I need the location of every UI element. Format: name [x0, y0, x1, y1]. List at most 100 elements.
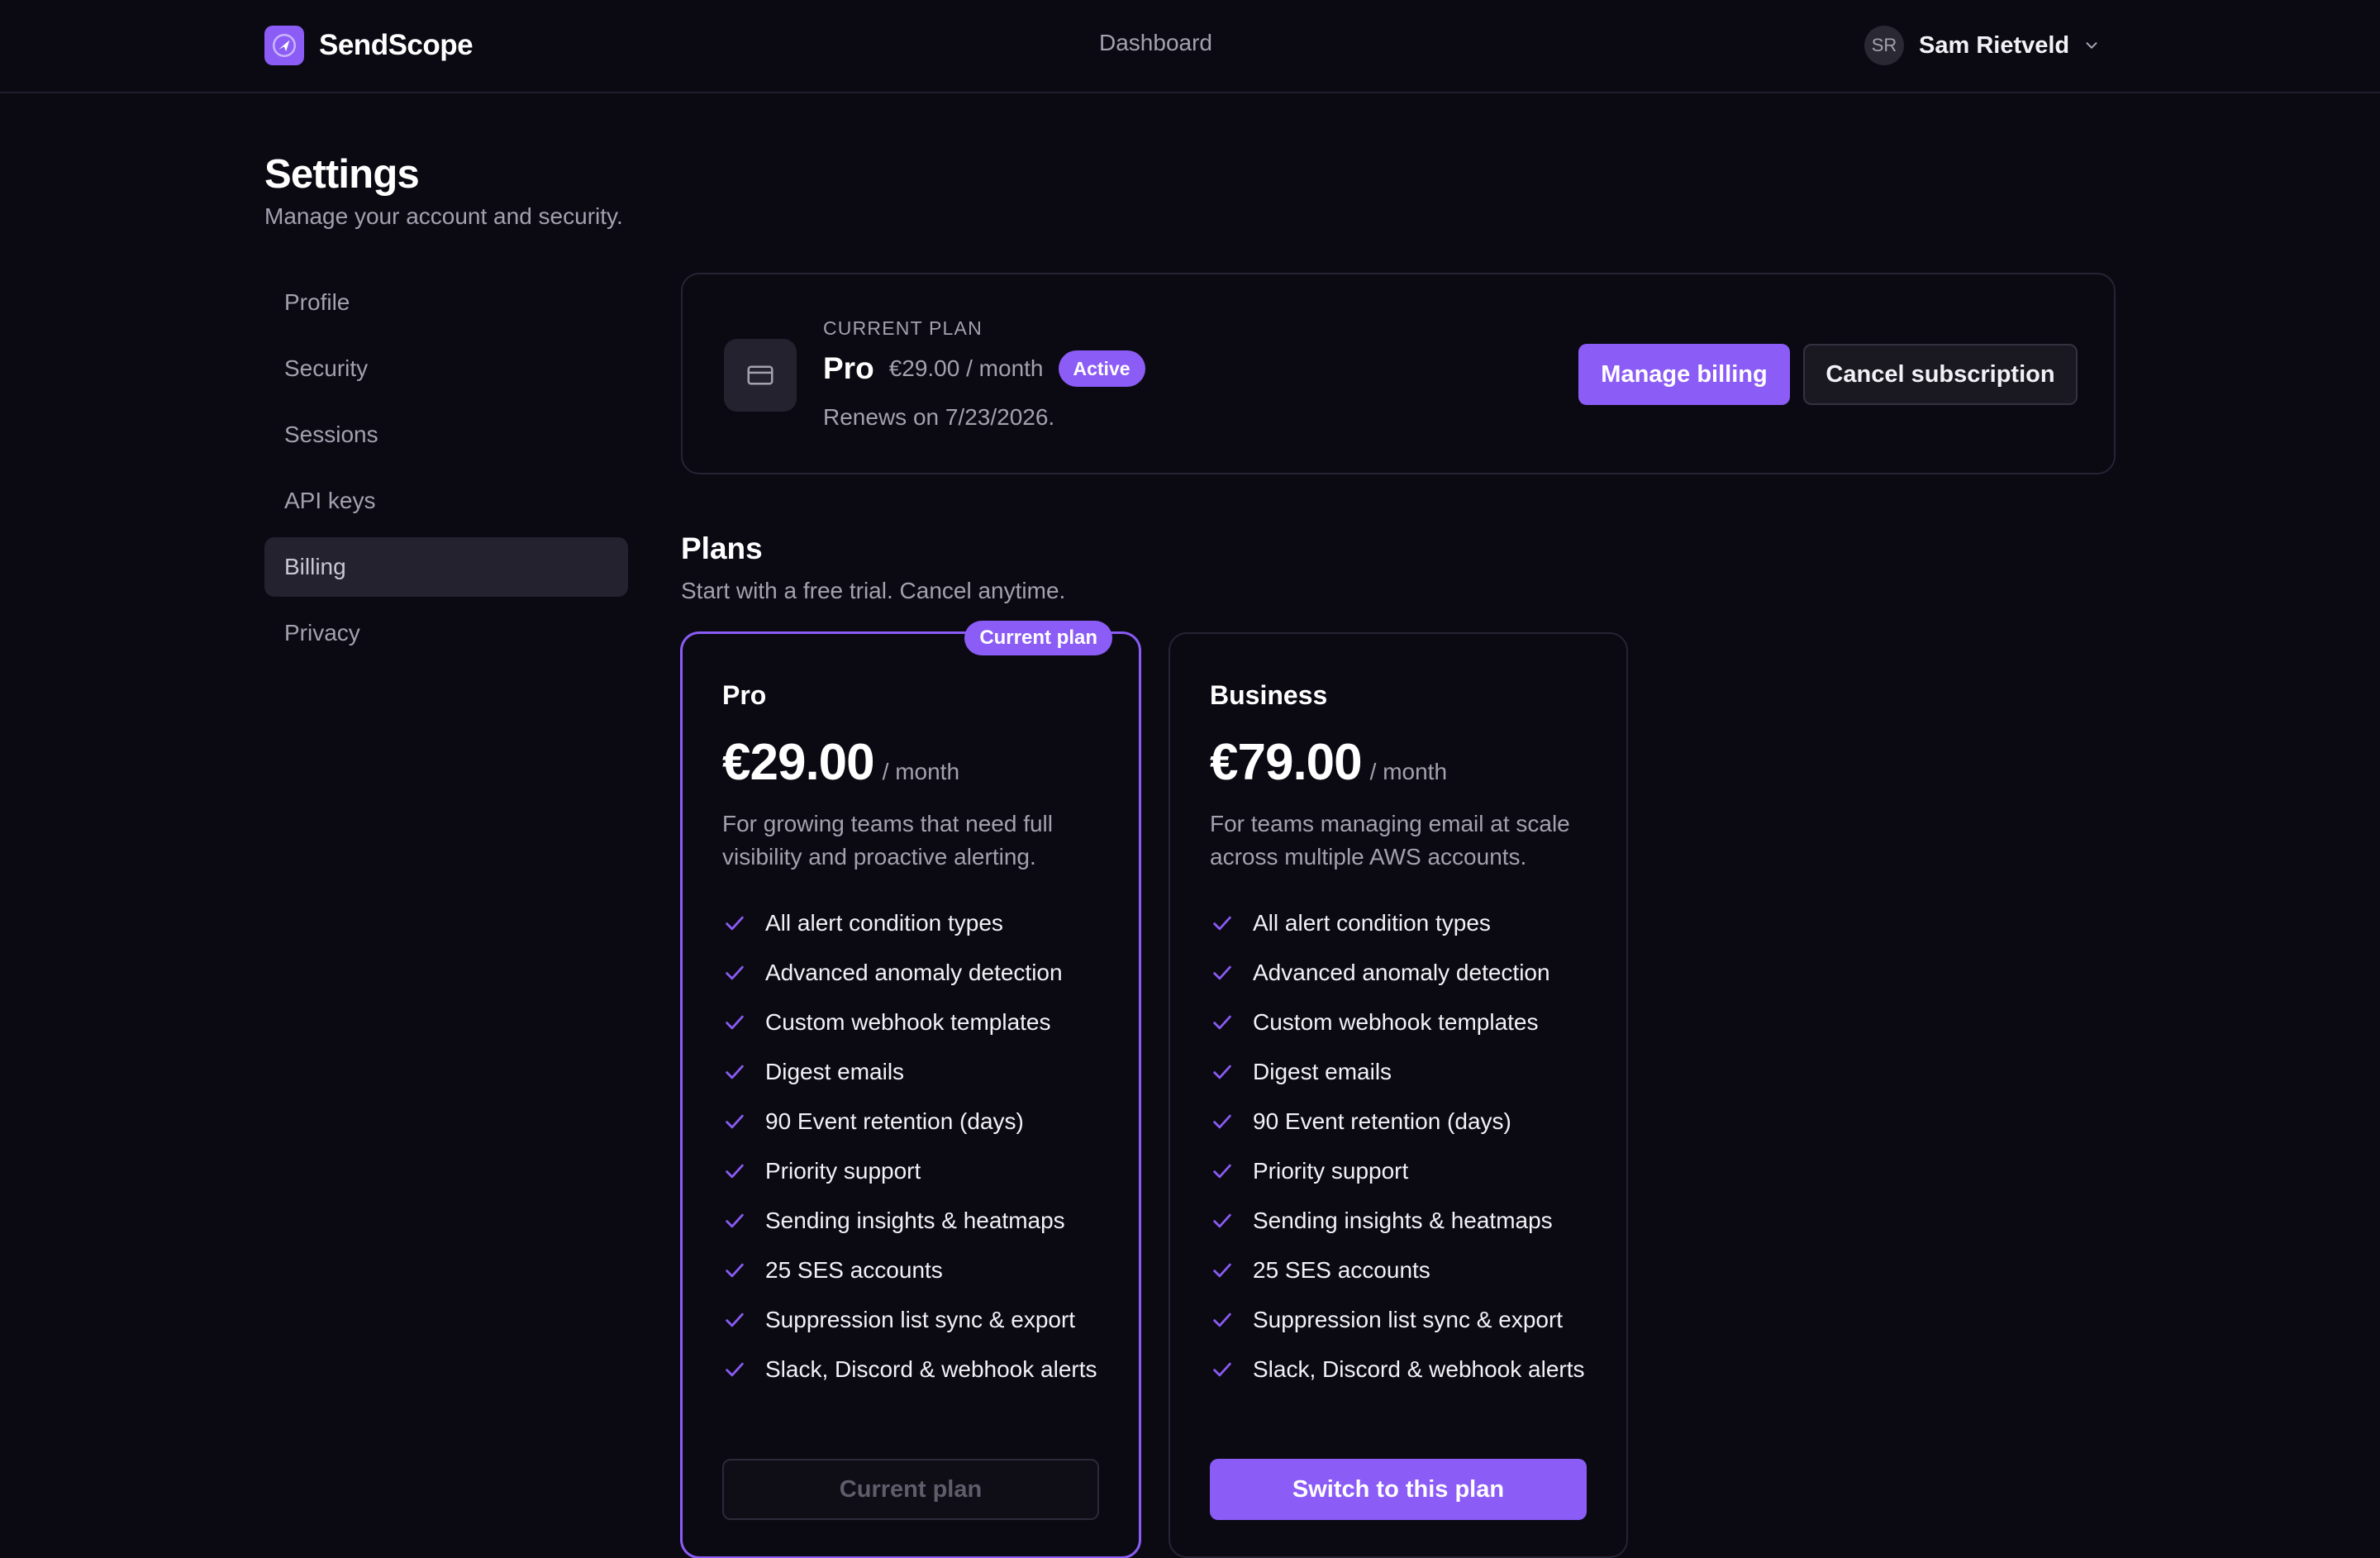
feature-label: All alert condition types: [1253, 910, 1491, 936]
user-menu[interactable]: SR Sam Rietveld: [1864, 26, 2101, 65]
check-icon: [722, 1006, 749, 1039]
feature-label: 90 Event retention (days): [1253, 1108, 1511, 1134]
current-plan-name: Pro: [823, 351, 874, 385]
sidebar-item-profile[interactable]: Profile: [264, 273, 628, 332]
plan-price: €79.00 / month: [1210, 733, 1447, 792]
feature-item: Sending insights & heatmaps: [722, 1204, 1111, 1237]
sidebar-item-sessions[interactable]: Sessions: [264, 405, 628, 465]
check-icon: [722, 1105, 749, 1138]
plans-subtitle: Start with a free trial. Cancel anytime.: [681, 578, 1066, 603]
check-icon: [722, 1353, 749, 1386]
feature-item: 25 SES accounts: [722, 1254, 1111, 1287]
feature-item: Suppression list sync & export: [1210, 1303, 1598, 1336]
feature-item: Advanced anomaly detection: [1210, 956, 1598, 989]
status-badge: Active: [1058, 350, 1145, 387]
feature-item: Priority support: [1210, 1155, 1598, 1188]
plan-name: Pro: [722, 680, 767, 710]
current-plan-badge: Current plan: [964, 621, 1112, 655]
check-icon: [1210, 1353, 1236, 1386]
switch-plan-button[interactable]: Switch to this plan: [1210, 1459, 1587, 1520]
current-plan-label: CURRENT PLAN: [823, 317, 983, 339]
current-plan-price: €29.00 / month: [888, 355, 1044, 381]
feature-item: 90 Event retention (days): [1210, 1105, 1598, 1138]
feature-label: Sending insights & heatmaps: [765, 1208, 1065, 1233]
user-name: Sam Rietveld: [1919, 31, 2070, 59]
feature-label: Priority support: [765, 1158, 921, 1184]
sidebar-item-billing[interactable]: Billing: [264, 537, 628, 597]
plan-description: For growing teams that need full visibil…: [722, 811, 1053, 870]
check-icon: [1210, 1204, 1236, 1237]
feature-item: Digest emails: [722, 1055, 1111, 1089]
feature-item: Advanced anomaly detection: [722, 956, 1111, 989]
plan-name: Business: [1210, 680, 1328, 710]
feature-item: Priority support: [722, 1155, 1111, 1188]
current-plan-card: CURRENT PLAN Pro €29.00 / month Active R…: [681, 273, 2116, 474]
sidebar-item-api-keys[interactable]: API keys: [264, 471, 628, 531]
check-icon: [1210, 1055, 1236, 1089]
feature-label: 25 SES accounts: [1253, 1257, 1430, 1283]
brand[interactable]: SendScope: [264, 26, 474, 65]
check-icon: [722, 907, 749, 940]
check-icon: [722, 1254, 749, 1287]
check-icon: [722, 956, 749, 989]
check-icon: [722, 1204, 749, 1237]
check-icon: [1210, 956, 1236, 989]
plan-period: / month: [1369, 759, 1448, 784]
sidebar-item-privacy[interactable]: Privacy: [264, 603, 628, 663]
feature-label: Digest emails: [765, 1059, 905, 1084]
feature-label: Suppression list sync & export: [765, 1307, 1076, 1332]
nav-dashboard-link[interactable]: Dashboard: [1099, 30, 1212, 56]
current-plan-button[interactable]: Current plan: [722, 1459, 1099, 1520]
check-icon: [1210, 907, 1236, 940]
feature-label: All alert condition types: [765, 910, 1003, 936]
check-icon: [722, 1155, 749, 1188]
plan-description: For teams managing email at scale across…: [1210, 811, 1570, 870]
plan-period: / month: [882, 759, 960, 784]
credit-card-icon: [724, 339, 797, 412]
check-icon: [1210, 1006, 1236, 1039]
avatar: SR: [1864, 26, 1904, 65]
feature-item: Custom webhook templates: [1210, 1006, 1598, 1039]
cancel-subscription-button[interactable]: Cancel subscription: [1803, 344, 2078, 405]
plan-amount: €29.00: [722, 734, 875, 791]
feature-item: 25 SES accounts: [1210, 1254, 1598, 1287]
feature-label: Custom webhook templates: [765, 1009, 1051, 1035]
check-icon: [722, 1303, 749, 1336]
send-compass-icon: [264, 26, 304, 65]
plan-card-pro: Current plan Pro €29.00 / month For grow…: [681, 621, 1140, 1558]
feature-label: 25 SES accounts: [765, 1257, 943, 1283]
feature-label: Priority support: [1253, 1158, 1409, 1184]
check-icon: [722, 1055, 749, 1089]
brand-name: SendScope: [319, 29, 474, 61]
plans-title: Plans: [681, 531, 763, 565]
feature-label: Custom webhook templates: [1253, 1009, 1539, 1035]
plan-price: €29.00 / month: [722, 733, 959, 792]
feature-label: Slack, Discord & webhook alerts: [765, 1356, 1097, 1382]
feature-item: 90 Event retention (days): [722, 1105, 1111, 1138]
chevron-down-icon: [2082, 36, 2101, 55]
feature-list: All alert condition types Advanced anomal…: [722, 907, 1111, 1403]
feature-label: Sending insights & heatmaps: [1253, 1208, 1553, 1233]
page-subtitle: Manage your account and security.: [264, 203, 623, 229]
feature-item: Custom webhook templates: [722, 1006, 1111, 1039]
sidebar-item-security[interactable]: Security: [264, 339, 628, 398]
plan-card-business: Business €79.00 / month For teams managi…: [1169, 632, 1628, 1558]
top-bar: SendScope Dashboard SR Sam Rietveld: [0, 0, 2380, 93]
plan-amount: €79.00: [1210, 734, 1363, 791]
feature-item: All alert condition types: [1210, 907, 1598, 940]
feature-label: 90 Event retention (days): [765, 1108, 1024, 1134]
renewal-date: Renews on 7/23/2026.: [823, 404, 1055, 430]
feature-label: Advanced anomaly detection: [765, 960, 1063, 985]
feature-item: Digest emails: [1210, 1055, 1598, 1089]
manage-billing-button[interactable]: Manage billing: [1578, 344, 1790, 405]
feature-label: Advanced anomaly detection: [1253, 960, 1550, 985]
feature-list: All alert condition types Advanced anomal…: [1210, 907, 1598, 1403]
current-plan-summary: Pro €29.00 / month Active: [823, 350, 1145, 387]
feature-label: Slack, Discord & webhook alerts: [1253, 1356, 1585, 1382]
feature-item: Suppression list sync & export: [722, 1303, 1111, 1336]
check-icon: [1210, 1303, 1236, 1336]
feature-item: Slack, Discord & webhook alerts: [722, 1353, 1111, 1386]
check-icon: [1210, 1155, 1236, 1188]
feature-item: Sending insights & heatmaps: [1210, 1204, 1598, 1237]
page-title: Settings: [264, 152, 420, 197]
